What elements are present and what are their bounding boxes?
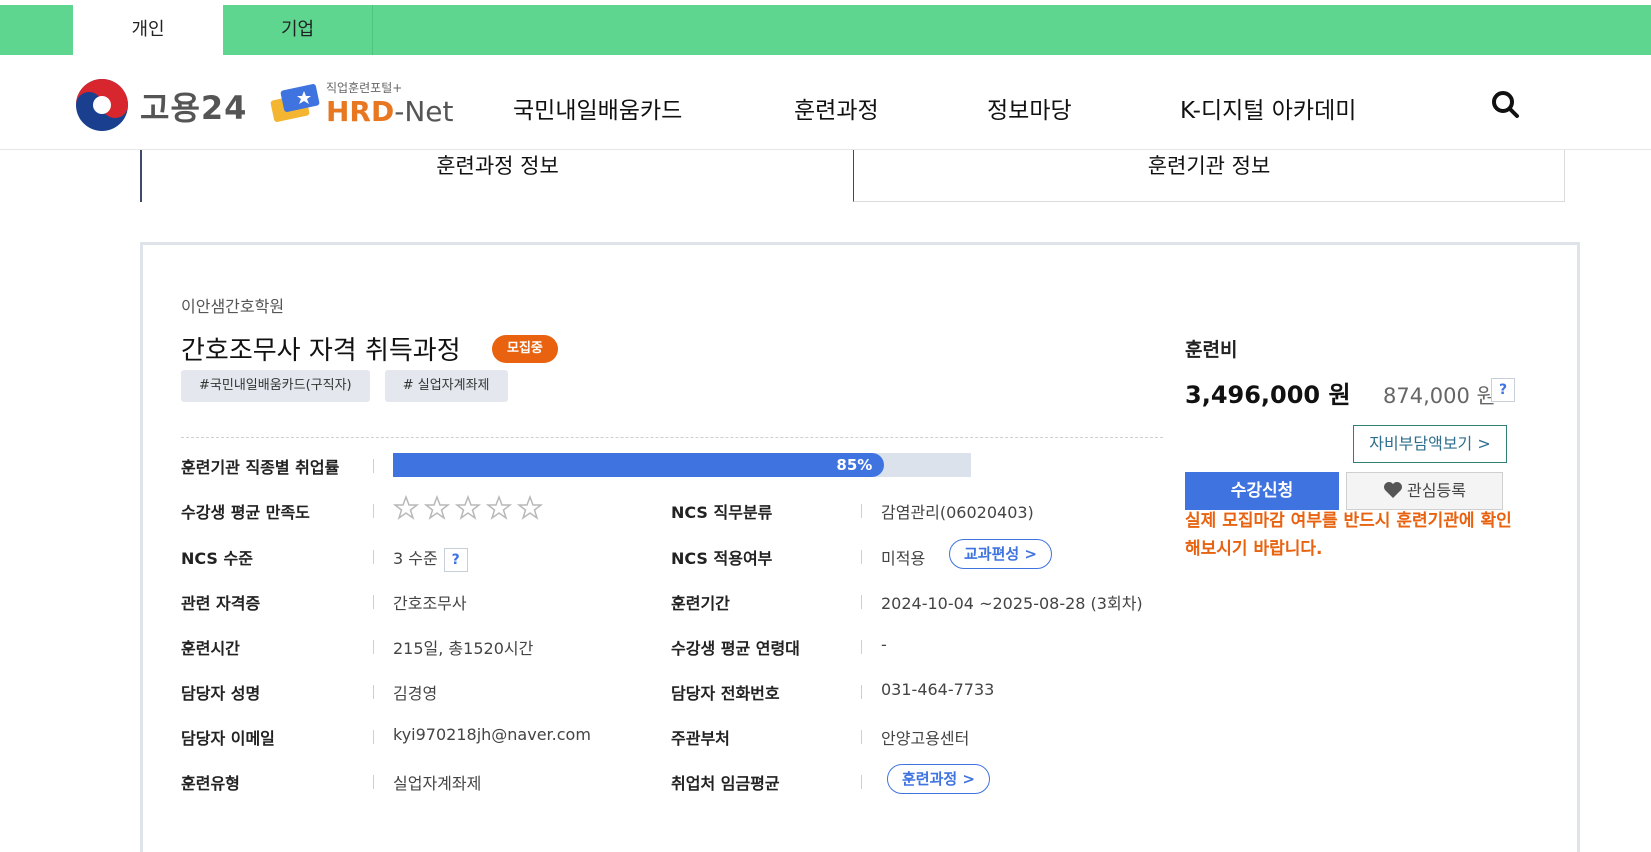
star-icon	[424, 495, 450, 520]
apply-button[interactable]: 수강신청	[1185, 472, 1339, 510]
star-icon	[517, 495, 543, 520]
detail-row-email: 담당자 이메일 kyi970218jh@naver.com 주관부처 안양고용센…	[181, 721, 1181, 751]
training-course-button[interactable]: 훈련과정 >	[887, 764, 990, 794]
detail-row-ncs: NCS 수준 3 수준? NCS 적용여부 미적용 교과편성 >	[181, 539, 1181, 572]
manager-value: 김경영	[393, 684, 438, 703]
separator	[373, 730, 374, 744]
recruit-notice: 실제 모집마감 여부를 반드시 훈련기관에 확인해보시기 바랍니다.	[1185, 511, 1512, 559]
hrdnet-logo-text-b: -Net	[394, 95, 454, 128]
employment-rate-bar: 85%	[393, 453, 971, 477]
course-title: 간호조무사 자격 취득과정	[181, 336, 461, 366]
favorite-button[interactable]: 관심등록	[1346, 472, 1503, 510]
goyong24-logo-text[interactable]: 고용24	[140, 83, 247, 129]
cert-label: 관련 자격증	[181, 594, 261, 613]
detail-row-manager: 담당자 성명 김경영 담당자 전화번호 031-464-7733	[181, 676, 1181, 706]
nav-training-course[interactable]: 훈련과정	[794, 91, 879, 125]
fee-label: 훈련비	[1185, 339, 1238, 361]
manager-label: 담당자 성명	[181, 684, 261, 703]
nav-info[interactable]: 정보마당	[987, 91, 1072, 125]
separator	[373, 504, 374, 518]
ncs-level-value: 3 수준	[393, 549, 438, 568]
ncs-class-label: NCS 직무분류	[671, 503, 773, 522]
separator	[861, 730, 862, 744]
hrdnet-logo-subtitle: 직업훈련포털+	[326, 81, 403, 95]
cert-value: 간호조무사	[393, 594, 467, 613]
curriculum-button[interactable]: 교과편성 >	[949, 539, 1052, 569]
site-header: 고용24 직업훈련포털+ HRD-Net 국민내일배움카드 훈련과정 정보마당 …	[0, 55, 1651, 150]
ncs-apply-label: NCS 적용여부	[671, 549, 773, 568]
hrdnet-logo-text-a: HRD	[326, 95, 395, 128]
separator	[861, 504, 862, 518]
heart-icon	[1384, 482, 1403, 498]
separator	[373, 595, 374, 609]
star-icon	[486, 495, 512, 520]
ncs-apply-value: 미적용	[881, 549, 926, 568]
employment-rate-fill: 85%	[393, 453, 885, 477]
ncs-class-value: 감염관리(06020403)	[881, 503, 1034, 522]
tag-naeil-card: #국민내일배움카드(구직자)	[181, 370, 370, 402]
hrdnet-logo-icon[interactable]	[268, 81, 322, 125]
goyong24-logo-icon[interactable]	[74, 77, 130, 133]
satisfaction-stars	[393, 495, 548, 525]
separator	[373, 640, 374, 654]
tab-course-info[interactable]: 훈련과정 정보	[140, 150, 853, 202]
age-value: -	[881, 635, 887, 654]
fee-help-icon[interactable]: ?	[1491, 378, 1515, 402]
institute-name[interactable]: 이안샘간호학원	[181, 293, 284, 317]
email-value[interactable]: kyi970218jh@naver.com	[393, 725, 591, 744]
search-icon[interactable]	[1490, 89, 1520, 119]
satisfaction-label: 수강생 평균 만족도	[181, 503, 310, 522]
type-label: 훈련유형	[181, 774, 240, 793]
section-tabs: 훈련과정 정보 훈련기관 정보	[140, 150, 1565, 202]
tab-personal[interactable]: 개인	[73, 5, 223, 55]
tag-list: #국민내일배움카드(구직자) # 실업자계좌제	[181, 370, 518, 402]
divider	[181, 437, 1163, 438]
ncs-level-value-wrap: 3 수준?	[393, 545, 468, 572]
fee-total: 3,496,000 원	[1185, 381, 1351, 409]
period-label: 훈련기간	[671, 594, 730, 613]
separator	[861, 775, 862, 789]
separator	[861, 550, 862, 564]
period-value: 2024-10-04 ~2025-08-28 (3회차)	[881, 594, 1143, 613]
tab-institute-info[interactable]: 훈련기관 정보	[853, 150, 1565, 202]
phone-value: 031-464-7733	[881, 680, 995, 699]
separator	[861, 685, 862, 699]
self-pay-button[interactable]: 자비부담액보기 >	[1353, 425, 1507, 463]
favorite-label: 관심등록	[1407, 481, 1466, 500]
nav-k-digital-academy[interactable]: K-디지털 아카데미	[1180, 91, 1356, 125]
wage-label: 취업처 임금평균	[671, 774, 780, 793]
fee-self-pay: 874,000 원	[1383, 384, 1496, 408]
separator	[373, 685, 374, 699]
course-detail-card: 이안샘간호학원 간호조무사 자격 취득과정 모집중 #국민내일배움카드(구직자)…	[140, 242, 1580, 852]
star-icon	[393, 495, 419, 520]
tag-unemployed-account: # 실업자계좌제	[384, 370, 508, 402]
hours-value: 215일, 총1520시간	[393, 639, 534, 658]
audience-tabbar: 개인 기업	[0, 5, 1651, 55]
detail-row-employment: 훈련기관 직종별 취업률 85%	[181, 450, 1181, 480]
ncs-level-help-icon[interactable]: ?	[443, 547, 468, 572]
phone-label: 담당자 전화번호	[671, 684, 780, 703]
email-label: 담당자 이메일	[181, 729, 275, 748]
hours-label: 훈련시간	[181, 639, 240, 658]
nav-naeil-card[interactable]: 국민내일배움카드	[513, 91, 682, 125]
star-icon	[455, 495, 481, 520]
age-label: 수강생 평균 연령대	[671, 639, 800, 658]
separator	[861, 640, 862, 654]
detail-row-type: 훈련유형 실업자계좌제 취업처 임금평균 훈련과정 >	[181, 764, 1181, 796]
employment-rate-label: 훈련기관 직종별 취업률	[181, 458, 340, 477]
separator	[373, 775, 374, 789]
agency-label: 주관부처	[671, 729, 730, 748]
detail-row-cert: 관련 자격증 간호조무사 훈련기간 2024-10-04 ~2025-08-28…	[181, 586, 1181, 616]
agency-value: 안양고용센터	[881, 729, 970, 748]
detail-row-satisfaction: 수강생 평균 만족도 NCS 직무분류 감염관리(06020403)	[181, 495, 1181, 525]
tab-business[interactable]: 기업	[223, 5, 373, 55]
hrdnet-logo-text[interactable]: HRD-Net	[326, 95, 454, 128]
type-value: 실업자계좌제	[393, 774, 482, 793]
detail-row-hours: 훈련시간 215일, 총1520시간 수강생 평균 연령대 -	[181, 631, 1181, 661]
separator	[373, 459, 374, 473]
separator	[861, 595, 862, 609]
separator	[373, 550, 374, 564]
status-badge: 모집중	[492, 335, 558, 363]
ncs-level-label: NCS 수준	[181, 549, 253, 568]
